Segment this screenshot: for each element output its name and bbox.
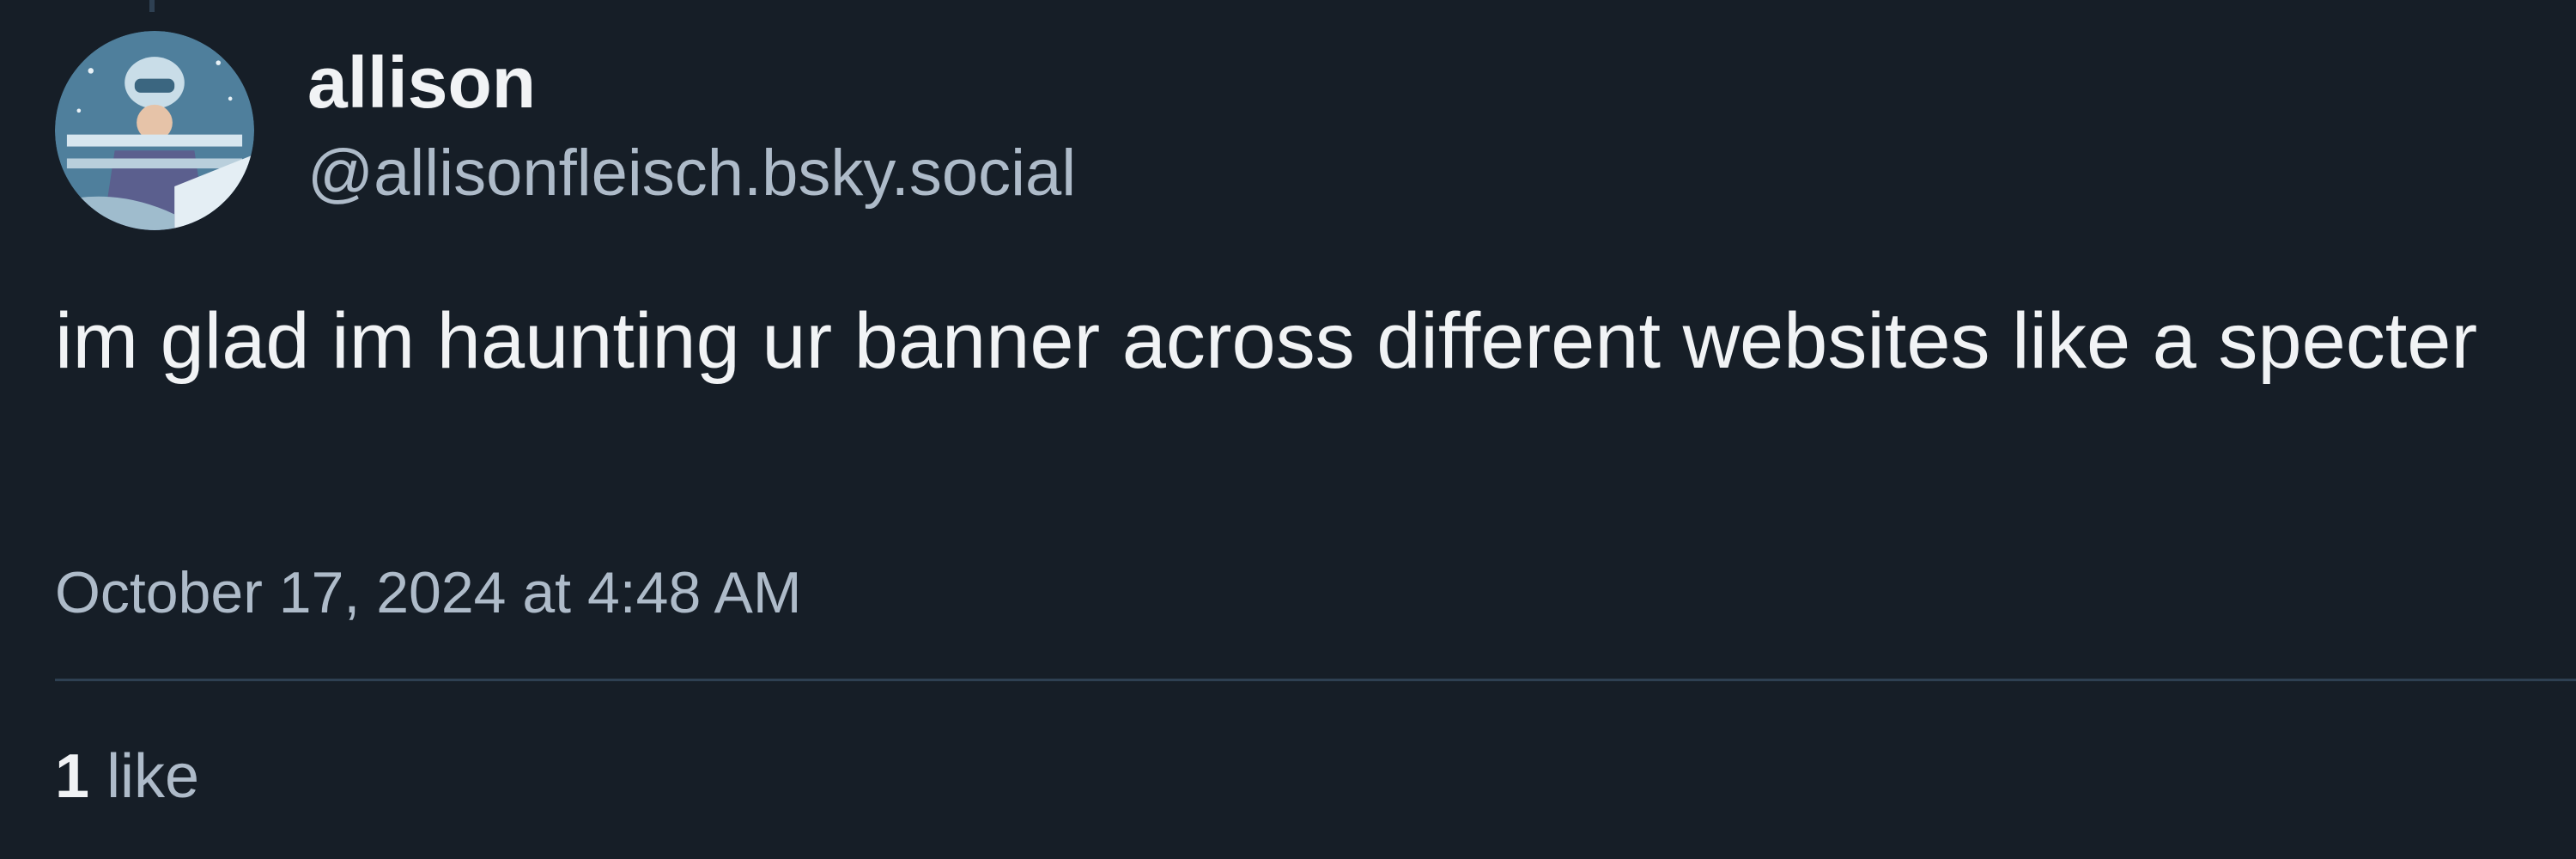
like-count-link[interactable]: 1 like [55, 734, 199, 819]
like-count: 1 [55, 742, 90, 811]
author-display-name[interactable]: allison [307, 40, 536, 125]
like-label: like [106, 742, 200, 811]
avatar[interactable] [55, 31, 254, 230]
user-avatar-icon [55, 31, 254, 230]
divider [55, 679, 2576, 681]
post-timestamp[interactable]: October 17, 2024 at 4:48 AM [55, 550, 801, 636]
author-handle[interactable]: @allisonfleisch.bsky.social [307, 131, 1076, 216]
post-text: im glad im haunting ur banner across dif… [55, 297, 2478, 385]
thread-connector-line [149, 0, 155, 12]
